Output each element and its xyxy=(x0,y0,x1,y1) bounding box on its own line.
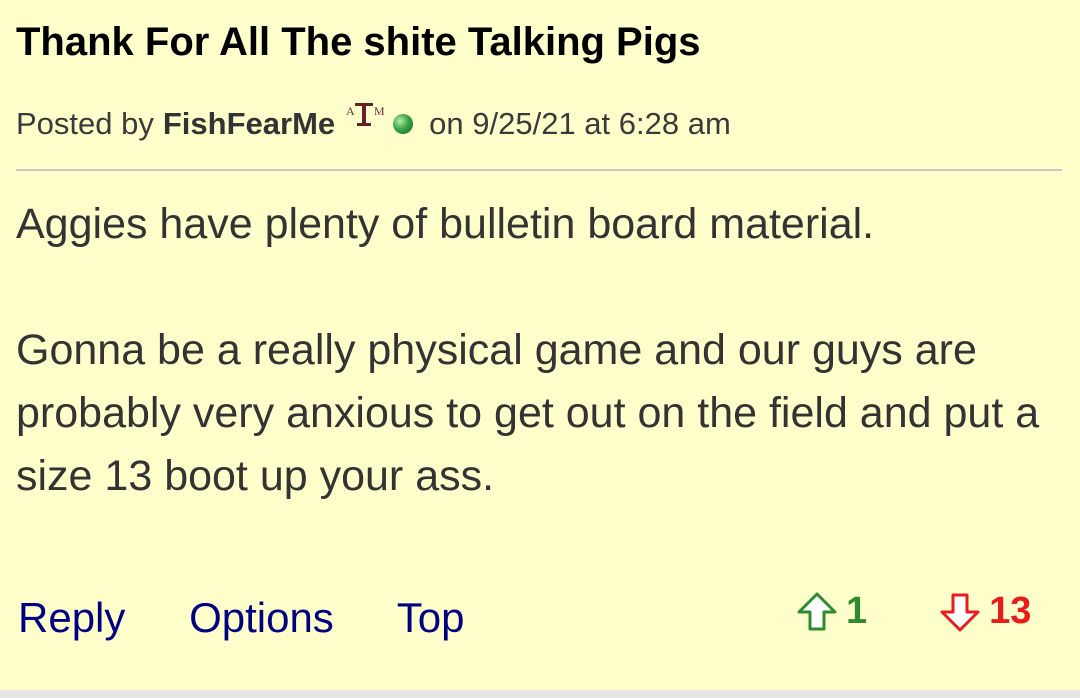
post-actions: Reply Options Top xyxy=(18,594,516,642)
upvote-button[interactable]: 1 xyxy=(796,590,867,633)
posted-by-label: Posted by xyxy=(16,106,154,141)
svg-text:M: M xyxy=(374,104,385,118)
options-link[interactable]: Options xyxy=(189,594,334,641)
upvote-count: 1 xyxy=(846,590,868,632)
top-link[interactable]: Top xyxy=(397,594,465,641)
vote-controls: 1 13 xyxy=(796,590,1031,633)
post-paragraph: Aggies have plenty of bulletin board mat… xyxy=(16,200,875,248)
team-logo-icon: A M xyxy=(345,101,387,131)
reply-link[interactable]: Reply xyxy=(18,594,125,641)
downvote-count: 13 xyxy=(989,590,1032,632)
post-title: Thank For All The shite Talking Pigs xyxy=(16,20,701,64)
post-date: on 9/25/21 at 6:28 am xyxy=(429,106,731,141)
post-body: Aggies have plenty of bulletin board mat… xyxy=(16,193,1056,508)
downvote-button[interactable]: 13 xyxy=(939,590,1031,633)
post-paragraph: Gonna be a really physical game and our … xyxy=(16,326,1040,500)
author-name[interactable]: FishFearMe xyxy=(163,106,335,142)
arrow-down-icon xyxy=(940,593,980,631)
forum-post: Thank For All The shite Talking Pigs Pos… xyxy=(0,0,1080,690)
post-bottom-border xyxy=(0,690,1080,698)
svg-text:A: A xyxy=(346,104,355,118)
arrow-up-icon xyxy=(797,592,837,630)
divider xyxy=(16,169,1062,171)
online-status-icon xyxy=(393,114,414,134)
post-meta: Posted by FishFearMe A M on 9/25/21 at 6… xyxy=(16,103,731,142)
